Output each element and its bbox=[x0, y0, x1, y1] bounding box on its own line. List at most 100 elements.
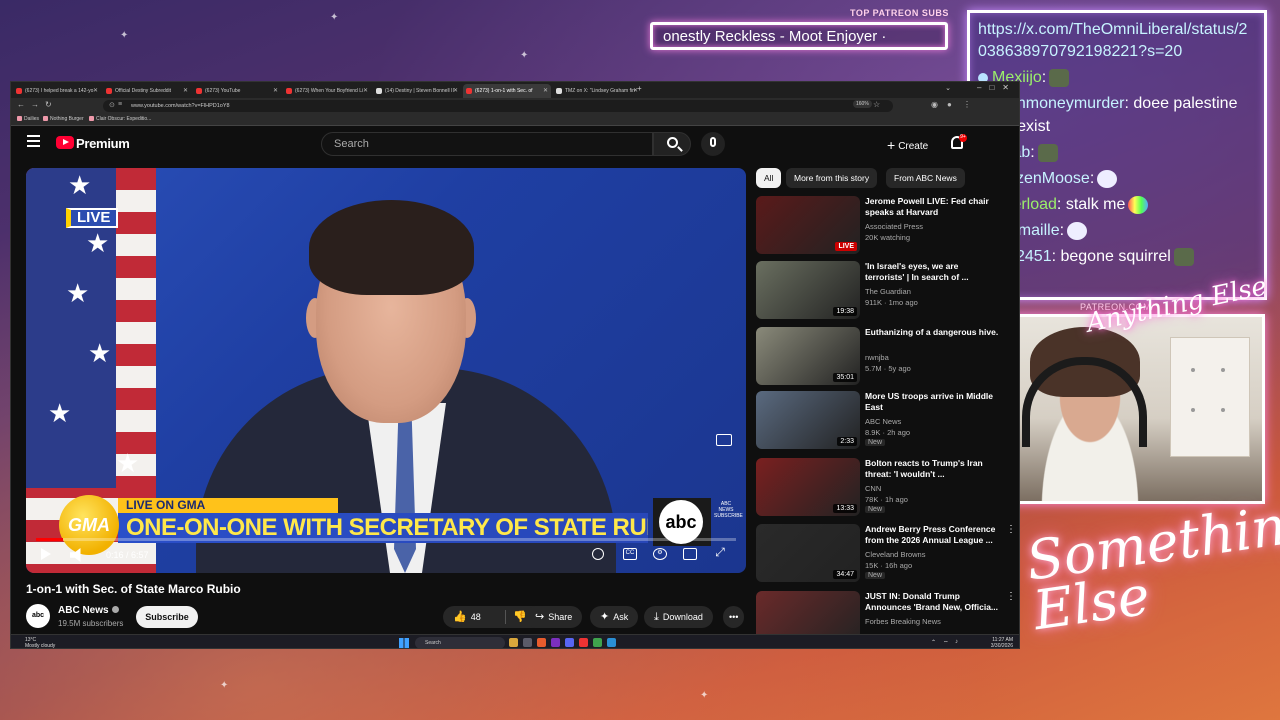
browser-tab[interactable]: (6273) I helped break a 142-yo ✕ bbox=[13, 84, 101, 98]
subscribe-button[interactable]: Subscribe bbox=[136, 606, 198, 628]
recommendation-item[interactable]: 19:38 'In Israel's eyes, we are terrorist… bbox=[756, 261, 1019, 323]
recommendation-channel[interactable]: Forbes Breaking News bbox=[865, 617, 941, 626]
recommendation-title[interactable]: More US troops arrive in Middle East bbox=[865, 391, 1000, 413]
recommendation-channel[interactable]: nwnjba bbox=[865, 353, 889, 362]
browser-tab[interactable]: (6273) When Your Boyfriend Li ✕ bbox=[283, 84, 371, 98]
file-explorer-icon[interactable] bbox=[509, 638, 518, 647]
miniplayer-icon[interactable] bbox=[716, 434, 732, 446]
site-info-icon[interactable]: ⊙ bbox=[109, 101, 115, 109]
tune-icon[interactable]: ≡ bbox=[118, 101, 122, 108]
clock[interactable]: 11:27 AM 3/30/2026 bbox=[991, 637, 1013, 648]
star-icon[interactable]: ☆ bbox=[873, 100, 880, 109]
recommendation-title[interactable]: Euthanizing of a dangerous hive. bbox=[865, 327, 1000, 338]
youtube-brand[interactable]: Premium bbox=[76, 136, 130, 151]
bookmark-item[interactable]: Dailies bbox=[17, 116, 39, 122]
edge-icon[interactable] bbox=[607, 638, 616, 647]
recommendation-item[interactable]: 2:33 More US troops arrive in Middle East… bbox=[756, 391, 1019, 453]
ask-button[interactable]: ✦ Ask bbox=[590, 606, 639, 628]
more-options-icon[interactable]: ⋮ bbox=[1006, 524, 1016, 535]
recommendation-title[interactable]: Jerome Powell LIVE: Fed chair speaks at … bbox=[865, 196, 1000, 218]
speaker-icon[interactable]: ♪ bbox=[955, 639, 958, 645]
hamburger-menu-icon[interactable] bbox=[27, 135, 40, 147]
video-thumbnail[interactable]: 2:33 bbox=[756, 391, 860, 449]
recommendation-channel[interactable]: CNN bbox=[865, 484, 881, 493]
fullscreen-icon[interactable]: ⤢ bbox=[713, 546, 727, 560]
browser-tab[interactable]: Official Destiny Subreddit ✕ bbox=[103, 84, 191, 98]
recommendation-channel[interactable]: ABC News bbox=[865, 417, 901, 426]
browser-tab[interactable]: TMZ on X: "Lindsey Graham fin ✕ bbox=[553, 84, 641, 98]
chip-more-from-story[interactable]: More from this story bbox=[786, 168, 878, 188]
autoplay-toggle-icon[interactable] bbox=[592, 548, 604, 560]
recommendation-item[interactable]: 34:47 Andrew Berry Press Conference from … bbox=[756, 524, 1019, 586]
close-icon[interactable]: ✕ bbox=[183, 87, 188, 94]
video-thumbnail[interactable]: LIVE bbox=[756, 196, 860, 254]
url-field[interactable]: ⊙ ≡ www.youtube.com/watch?v=FlHPD1oY8 bbox=[103, 100, 893, 112]
twitch-icon[interactable] bbox=[551, 638, 560, 647]
back-icon[interactable]: ← bbox=[17, 100, 25, 109]
recommendation-channel[interactable]: Associated Press bbox=[865, 222, 923, 231]
profile-icon[interactable]: ● bbox=[947, 100, 952, 109]
abc-news-subscribe[interactable]: ABC NEWS SUBSCRIBE bbox=[714, 501, 743, 519]
menu-icon[interactable]: ⋮ bbox=[963, 100, 971, 109]
reload-icon[interactable]: ↻ bbox=[45, 100, 52, 109]
recommendation-title[interactable]: 'In Israel's eyes, we are terrorists' | … bbox=[865, 261, 1000, 283]
window-controls[interactable]: –□✕ bbox=[977, 83, 1017, 92]
recommendation-item[interactable]: 35:01 Euthanizing of a dangerous hive. nwn… bbox=[756, 327, 1019, 389]
create-button[interactable]: + Create bbox=[879, 134, 936, 154]
tray-chevron-icon[interactable]: ⌃ bbox=[931, 639, 936, 646]
voice-search-button[interactable] bbox=[701, 132, 725, 156]
recommendation-item[interactable]: LIVE Jerome Powell LIVE: Fed chair speaks… bbox=[756, 196, 1019, 258]
chevron-down-icon[interactable]: ⌄ bbox=[945, 84, 951, 92]
more-actions-button[interactable]: ••• bbox=[723, 606, 745, 628]
close-icon[interactable]: ✕ bbox=[93, 87, 98, 94]
like-button[interactable]: 👍 48 bbox=[453, 611, 481, 623]
chrome-icon[interactable] bbox=[593, 638, 602, 647]
video-thumbnail[interactable]: 34:47 bbox=[756, 524, 860, 582]
video-thumbnail[interactable]: 35:01 bbox=[756, 327, 860, 385]
extensions-icon[interactable]: ◉ bbox=[931, 100, 938, 109]
bookmark-item[interactable]: Nothing Burger bbox=[43, 116, 84, 122]
browser-tab[interactable]: (14) Destiny | Steven Bonnell II ✕ bbox=[373, 84, 461, 98]
task-view-icon[interactable] bbox=[523, 638, 532, 647]
windows-start-icon[interactable] bbox=[399, 638, 409, 648]
recommendation-title[interactable]: Andrew Berry Press Conference from the 2… bbox=[865, 524, 1000, 546]
new-tab-icon[interactable]: + bbox=[637, 84, 642, 93]
video-thumbnail[interactable]: 13:33 bbox=[756, 458, 860, 516]
taskbar-search[interactable]: Search bbox=[415, 637, 505, 648]
bookmark-item[interactable]: Clair Obscur: Expeditio... bbox=[89, 116, 151, 122]
share-button[interactable]: ↪ Share bbox=[525, 606, 583, 628]
forward-icon[interactable]: → bbox=[31, 100, 39, 109]
chip-from-abc-news[interactable]: From ABC News bbox=[886, 168, 965, 188]
close-icon[interactable]: ✕ bbox=[363, 87, 368, 94]
video-thumbnail[interactable]: 19:38 bbox=[756, 261, 860, 319]
captions-icon[interactable]: CC bbox=[623, 548, 637, 560]
browser-tab[interactable]: (6273) YouTube ✕ bbox=[193, 84, 281, 98]
progress-bar[interactable] bbox=[36, 538, 736, 541]
weather-widget[interactable]: 13°C Mostly cloudy bbox=[25, 637, 55, 648]
chip-all[interactable]: All bbox=[756, 168, 782, 188]
recommendation-channel[interactable]: Cleveland Browns bbox=[865, 550, 925, 559]
discord-icon[interactable] bbox=[565, 638, 574, 647]
recommendation-item[interactable]: 13:33 Bolton reacts to Trump's Iran threa… bbox=[756, 458, 1019, 520]
close-icon[interactable]: ✕ bbox=[453, 87, 458, 94]
network-icon[interactable]: ⌔ bbox=[943, 639, 949, 647]
zoom-level[interactable]: 160% bbox=[853, 100, 872, 108]
search-input[interactable]: Search bbox=[321, 132, 653, 156]
firefox-icon[interactable] bbox=[537, 638, 546, 647]
video-player[interactable]: ★ ★ ★ ★ ★ ★ LIVE LIVE ON GMA ONE-ON-ONE … bbox=[26, 168, 746, 573]
obs-icon[interactable] bbox=[579, 638, 588, 647]
close-icon[interactable]: ✕ bbox=[273, 87, 278, 94]
play-icon[interactable] bbox=[41, 548, 51, 560]
channel-avatar[interactable]: abc bbox=[26, 604, 50, 628]
recommendation-title[interactable]: Bolton reacts to Trump's Iran threat: 'I… bbox=[865, 458, 1000, 480]
more-options-icon[interactable]: ⋮ bbox=[1006, 591, 1016, 602]
channel-name[interactable]: ABC News bbox=[58, 605, 119, 616]
recommendation-title[interactable]: JUST IN: Donald Trump Announces 'Brand N… bbox=[865, 591, 1000, 613]
browser-tab-active[interactable]: (6273) 1-on-1 with Sec. of ✕ bbox=[463, 84, 551, 98]
close-icon[interactable]: ✕ bbox=[543, 87, 548, 94]
download-button[interactable]: ⤓ Download bbox=[644, 606, 713, 628]
theater-mode-icon[interactable] bbox=[683, 548, 697, 560]
search-button[interactable] bbox=[653, 132, 691, 156]
settings-gear-icon[interactable]: ⚙ bbox=[653, 548, 667, 560]
recommendation-channel[interactable]: The Guardian bbox=[865, 287, 911, 296]
